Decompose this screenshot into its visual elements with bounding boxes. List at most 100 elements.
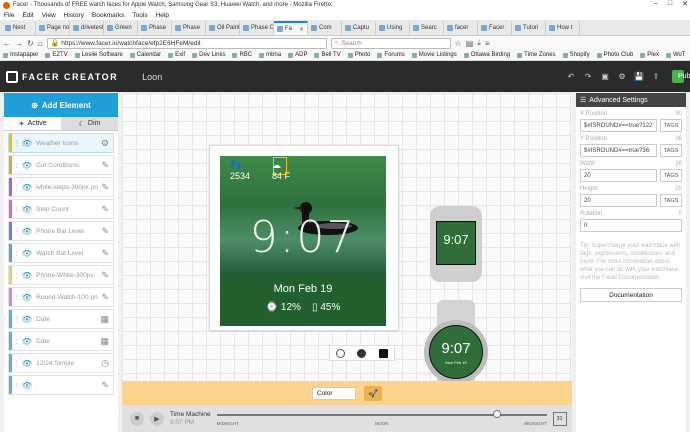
bookmark-item[interactable]: Bell TV (314, 52, 341, 58)
bookmark-item[interactable]: Leslie Software (74, 52, 123, 58)
facer-logo[interactable]: FACER CREATOR (6, 70, 118, 83)
drag-handle-icon[interactable]: ⋮⋮ (14, 184, 26, 191)
time-slider[interactable]: MIDNIGHT NOON MIDNIGHT (216, 409, 547, 429)
maximize-button[interactable]: □ (668, 0, 672, 8)
browser-tab[interactable]: Phase One (240, 21, 274, 35)
layer-item[interactable]: ⋮⋮ 👁 Round-Watch-100.pn ✎ (8, 287, 114, 307)
layer-item[interactable]: ⋮⋮ 👁 Phone-White-300px. ✎ (8, 265, 114, 285)
x-position-input[interactable]: $#ISROUND#==true?122 (580, 119, 657, 132)
layer-item[interactable]: ⋮⋮ 👁 Cur Conditions ✎ (8, 155, 114, 175)
bookmark-item[interactable]: Dev Links (192, 52, 225, 58)
tab-close-icon[interactable]: ✕ (299, 26, 304, 33)
star-icon[interactable]: ☆ (455, 39, 462, 48)
browser-tab[interactable]: How t (546, 21, 580, 35)
gear-icon[interactable]: ⚙ (101, 138, 109, 149)
drag-handle-icon[interactable]: ⋮⋮ (14, 162, 26, 169)
visibility-icon[interactable]: 👁 (22, 359, 32, 368)
x-tags-button[interactable]: TAGS (660, 119, 682, 132)
time-display[interactable]: 9:07 (220, 212, 386, 263)
menu-bookmarks[interactable]: Bookmarks (92, 12, 125, 19)
drag-handle-icon[interactable]: ⋮⋮ (14, 228, 26, 235)
visibility-icon[interactable]: 👁 (22, 381, 32, 390)
layer-item[interactable]: ⋮⋮ 👁 Step Count ✎ (8, 199, 114, 219)
layer-item[interactable]: ⋮⋮ 👁 Date ▦ (8, 309, 114, 329)
time-slider-knob[interactable] (492, 409, 501, 418)
reload-icon[interactable]: ↻ (27, 39, 34, 48)
url-bar[interactable]: 🔒 https://www.facer.io/watchface/efp2E6H… (46, 37, 327, 49)
layer-item[interactable]: ⋮⋮ 👁 12/24 Simple ◷ (8, 353, 114, 373)
back-icon[interactable]: ← (3, 39, 11, 48)
date-display[interactable]: Mon Feb 19 (220, 283, 386, 295)
layer-item[interactable]: ⋮⋮ 👁 Date ▦ (8, 331, 114, 351)
browser-tab[interactable]: Captu (342, 21, 376, 35)
bookmark-item[interactable]: Exif (168, 52, 185, 58)
calendar-icon[interactable]: ▦ (100, 314, 109, 325)
browser-tab[interactable]: Page not (36, 21, 70, 35)
layer-item[interactable]: ⋮⋮ 👁 white-steps-300px.pn ✎ (8, 177, 114, 197)
rocket-icon[interactable]: 🚀 (364, 385, 382, 401)
width-input[interactable]: 20 (580, 169, 657, 182)
bookmark-item[interactable]: Instapaper (3, 52, 38, 58)
browser-tab[interactable]: Com (308, 21, 342, 35)
visibility-icon[interactable]: 👁 (22, 227, 32, 236)
bookmark-item[interactable]: Shopify (562, 52, 590, 58)
menu-tools[interactable]: Tools (132, 12, 147, 19)
layer-item[interactable]: ⋮⋮ 👁 Watch Bat Level ✎ (8, 243, 114, 263)
library-icon[interactable]: ▤ (466, 39, 474, 48)
drag-handle-icon[interactable]: ⋮⋮ (14, 382, 26, 389)
visibility-icon[interactable]: 👁 (22, 139, 32, 148)
pencil-icon[interactable]: ✎ (101, 380, 109, 391)
swatch-black[interactable] (378, 348, 388, 358)
pencil-icon[interactable]: ✎ (101, 182, 109, 193)
browser-tab[interactable]: Facer (478, 21, 512, 35)
browser-tab[interactable]: Phase (138, 21, 172, 35)
visibility-icon[interactable]: 👁 (22, 315, 32, 324)
export-icon[interactable]: ⇪ (651, 72, 661, 81)
drag-handle-icon[interactable]: ⋮⋮ (14, 140, 26, 147)
drag-handle-icon[interactable]: ⋮⋮ (14, 338, 26, 345)
calendar-icon[interactable]: ▦ (100, 336, 109, 347)
search-input[interactable]: ⌕ Search (330, 37, 451, 49)
drag-handle-icon[interactable]: ⋮⋮ (14, 316, 26, 323)
bookmark-item[interactable]: Forums (377, 52, 405, 58)
mode-dim-button[interactable]: ☾ Dim (61, 117, 118, 130)
browser-tab[interactable]: Oil Paintin (206, 21, 240, 35)
bookmark-item[interactable]: Photo Club (596, 52, 633, 58)
visibility-icon[interactable]: 👁 (22, 337, 32, 346)
pencil-icon[interactable]: ✎ (101, 270, 109, 281)
forward-icon[interactable]: → (15, 39, 23, 48)
close-button[interactable]: ✕ (682, 0, 688, 8)
phone-battery-value[interactable]: 45% (320, 302, 340, 313)
browser-tab[interactable]: Fa ✕ (274, 21, 308, 35)
browser-tab[interactable]: Using (376, 21, 410, 35)
weather-readout[interactable]: ☁ 84 F (272, 160, 290, 181)
stop-button[interactable]: ■ (130, 411, 144, 426)
redo-icon[interactable]: ↷ (583, 72, 593, 81)
publish-button[interactable]: Publish (672, 70, 690, 83)
browser-tab[interactable]: Searc (410, 21, 444, 35)
layer-item[interactable]: ⋮⋮ 👁: ✎ (8, 375, 114, 395)
browser-tab[interactable]: facer (444, 21, 478, 35)
layer-item[interactable]: ⋮⋮ 👁 Phone Bat Level ✎ (8, 221, 114, 241)
bookmark-item[interactable]: Plex (640, 52, 659, 58)
menu-history[interactable]: History (64, 12, 84, 19)
bookmark-item[interactable]: Movie Listings (411, 52, 457, 58)
bookmark-item[interactable]: EZTV (45, 52, 68, 58)
color-input[interactable]: Color (312, 386, 356, 400)
height-tags-button[interactable]: TAGS (660, 194, 682, 207)
visibility-icon[interactable]: 👁 (22, 183, 32, 192)
watch-battery-value[interactable]: 12% (281, 302, 301, 313)
menu-view[interactable]: View (42, 12, 56, 19)
visibility-icon[interactable]: 👁 (22, 271, 32, 280)
bookmark-item[interactable]: Ottawa Birding (463, 52, 510, 58)
visibility-icon[interactable]: 👁 (22, 205, 32, 214)
undo-icon[interactable]: ↶ (566, 72, 576, 81)
visibility-icon[interactable]: 👁 (22, 249, 32, 258)
drag-handle-icon[interactable]: ⋮⋮ (14, 272, 26, 279)
visibility-icon[interactable]: 👁 (22, 293, 32, 302)
bookmark-item[interactable]: mbna (259, 52, 281, 58)
drag-handle-icon[interactable]: ⋮⋮ (14, 294, 26, 301)
menu-icon[interactable]: ≡ (485, 39, 490, 48)
browser-tab[interactable]: Green (104, 21, 138, 35)
bookmark-item[interactable]: WoT (665, 52, 686, 58)
